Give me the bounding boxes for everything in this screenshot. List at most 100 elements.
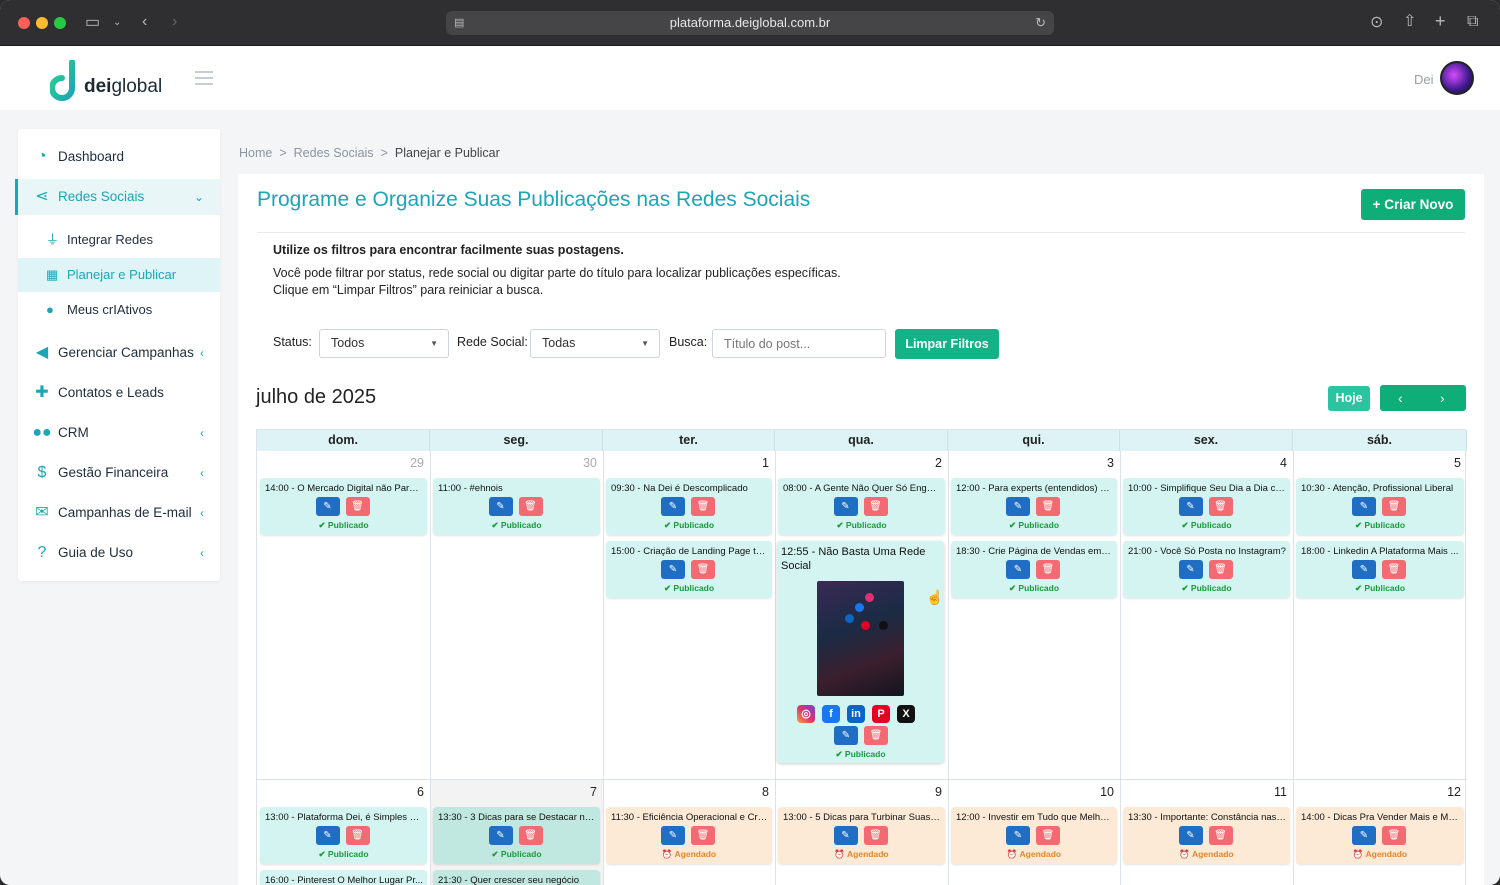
back-icon[interactable]: ‹ — [142, 12, 147, 32]
event-card[interactable]: 18:00 - Linkedin A Plataforma Mais ... ✎ 🗑… — [1296, 541, 1464, 598]
edit-icon[interactable]: ✎ — [488, 826, 513, 845]
event-card[interactable]: 13:00 - 5 Dicas para Turbinar Suas R... ✎… — [778, 807, 945, 864]
address-bar[interactable]: ▤ plataforma.deiglobal.com.br ↻ — [446, 11, 1054, 35]
minimize-window-button[interactable] — [36, 17, 48, 29]
sidebar-subitem-integrar-redes[interactable]: ⏚ Integrar Redes — [18, 223, 220, 257]
trash-icon[interactable]: 🗑 — [1382, 560, 1406, 579]
event-label: 08:00 - A Gente Não Quer Só Engaj... — [783, 483, 941, 494]
event-card[interactable]: 21:00 - Você Só Posta no Instagram? ✎ 🗑 ✔ P… — [1123, 541, 1290, 598]
trash-icon[interactable]: 🗑 — [863, 497, 888, 516]
edit-icon[interactable]: ✎ — [1352, 560, 1376, 579]
new-tab-icon[interactable]: + — [1435, 11, 1446, 31]
create-new-button[interactable]: + Criar Novo — [1361, 189, 1465, 220]
sidebar-subitem-meus-criativos[interactable]: ● Meus crIAtivos — [18, 293, 220, 327]
edit-icon[interactable]: ✎ — [315, 826, 340, 845]
network-select[interactable]: Todas ▼ — [530, 329, 660, 358]
clear-filters-button[interactable]: Limpar Filtros — [895, 329, 999, 359]
today-button[interactable]: Hoje — [1328, 386, 1370, 411]
event-card[interactable]: 16:00 - Pinterest O Melhor Lugar Pr...✎🗑… — [260, 870, 427, 885]
edit-icon[interactable]: ✎ — [833, 497, 858, 516]
event-card[interactable]: 13:30 - 3 Dicas para se Destacar nas... ✎… — [433, 807, 600, 864]
edit-icon[interactable]: ✎ — [1178, 560, 1203, 579]
trash-icon[interactable]: 🗑 — [1382, 497, 1406, 516]
tabs-overview-icon[interactable]: ⧉ — [1467, 12, 1478, 32]
trash-icon[interactable]: 🗑 — [1036, 497, 1060, 516]
reload-icon[interactable]: ↻ — [1035, 11, 1046, 35]
trash-icon[interactable]: 🗑 — [518, 497, 543, 516]
menu-toggle-icon[interactable] — [195, 71, 213, 89]
sidebar-item-campanhas-email[interactable]: ✉ Campanhas de E-mail ‹ — [18, 495, 220, 531]
chevron-down-icon[interactable]: ⌄ — [113, 13, 121, 33]
next-month-icon[interactable]: › — [1440, 385, 1445, 411]
edit-icon[interactable]: ✎ — [661, 497, 685, 516]
breadcrumb-redes-sociais[interactable]: Redes Sociais — [294, 146, 374, 160]
edit-icon[interactable]: ✎ — [661, 560, 685, 579]
event-card[interactable]: 15:00 - Criação de Landing Page te... ✎ 🗑 ✔… — [606, 541, 772, 598]
trash-icon[interactable]: 🗑 — [691, 826, 715, 845]
event-card[interactable]: 14:00 - Dicas Pra Vender Mais e Mel... ✎ 🗑… — [1296, 807, 1464, 864]
expanded-event-card[interactable]: 12:55 - Não Basta Uma Rede Social ◎ f in… — [777, 541, 944, 763]
edit-icon[interactable]: ✎ — [1352, 497, 1376, 516]
avatar[interactable] — [1440, 61, 1474, 95]
edit-icon[interactable]: ✎ — [833, 826, 858, 845]
sidebar-item-contatos-leads[interactable]: ✚ Contatos e Leads — [18, 375, 220, 411]
status-select[interactable]: Todos ▼ — [319, 329, 449, 358]
close-window-button[interactable] — [18, 17, 30, 29]
edit-icon[interactable]: ✎ — [1178, 826, 1203, 845]
share-icon[interactable]: ⇧ — [1403, 12, 1416, 32]
event-card[interactable]: 11:00 - #ehnois ✎ 🗑 ✔ Publicado — [433, 478, 600, 535]
trash-icon[interactable]: 🗑 — [345, 497, 370, 516]
edit-icon[interactable]: ✎ — [1352, 826, 1376, 845]
user-name[interactable]: Dei — [1414, 72, 1434, 87]
event-card[interactable]: 09:30 - Na Dei é Descomplicado ✎ 🗑 ✔ Public… — [606, 478, 772, 535]
sidebar-item-dashboard[interactable]: ◔ Dashboard — [18, 139, 220, 175]
forward-icon[interactable]: › — [172, 12, 177, 32]
prev-month-icon[interactable]: ‹ — [1398, 385, 1403, 411]
sidebar-subitem-planejar-publicar[interactable]: ▦ Planejar e Publicar — [18, 258, 220, 292]
event-card[interactable]: 10:00 - Simplifique Seu Dia a Dia co... ✎… — [1123, 478, 1290, 535]
edit-icon[interactable]: ✎ — [1006, 560, 1030, 579]
trash-icon[interactable]: 🗑 — [518, 826, 543, 845]
site-settings-icon[interactable]: ▤ — [454, 11, 464, 35]
event-card[interactable]: 12:00 - Para experts (entendidos) e ... ✎… — [951, 478, 1117, 535]
edit-icon[interactable]: ✎ — [315, 497, 340, 516]
event-card[interactable]: 11:30 - Eficiência Operacional e Cre... ✎… — [606, 807, 772, 864]
sidebar-item-guia-uso[interactable]: ? Guia de Uso ‹ — [18, 535, 220, 571]
edit-icon[interactable]: ✎ — [661, 826, 685, 845]
trash-icon[interactable]: 🗑 — [1208, 826, 1233, 845]
search-input[interactable] — [712, 329, 886, 358]
trash-icon[interactable]: 🗑 — [864, 726, 888, 745]
trash-icon[interactable]: 🗑 — [345, 826, 370, 845]
event-card[interactable]: 13:00 - Plataforma Dei, é Simples e ... ✎… — [260, 807, 427, 864]
breadcrumb-home[interactable]: Home — [239, 146, 272, 160]
trash-icon[interactable]: 🗑 — [691, 497, 715, 516]
event-card[interactable]: 12:00 - Investir em Tudo que Melho... ✎ 🗑 ⏰… — [951, 807, 1117, 864]
sidebar-toggle-icon[interactable]: ▭ — [85, 13, 100, 33]
trash-icon[interactable]: 🗑 — [1382, 826, 1406, 845]
sidebar-item-gerenciar-campanhas[interactable]: ◀ Gerenciar Campanhas ‹ — [18, 335, 220, 371]
event-card[interactable]: 14:00 - O Mercado Digital não Para ... ✎ 🗑… — [260, 478, 427, 535]
edit-icon[interactable]: ✎ — [1178, 497, 1203, 516]
sidebar-item-redes-sociais[interactable]: ⋖ Redes Sociais ⌄ — [15, 179, 220, 215]
trash-icon[interactable]: 🗑 — [691, 560, 715, 579]
trash-icon[interactable]: 🗑 — [1208, 560, 1233, 579]
event-card[interactable]: 10:30 - Atenção, Profissional Liberal ✎ 🗑 ✔… — [1296, 478, 1464, 535]
trash-icon[interactable]: 🗑 — [1208, 497, 1233, 516]
trash-icon[interactable]: 🗑 — [1036, 826, 1060, 845]
maximize-window-button[interactable] — [54, 17, 66, 29]
event-card[interactable]: 08:00 - A Gente Não Quer Só Engaj... ✎ 🗑 ✔ … — [778, 478, 945, 535]
event-card[interactable]: 13:30 - Importante: Constância nas ... ✎ 🗑… — [1123, 807, 1290, 864]
logo-text[interactable]: deiglobal — [84, 76, 162, 98]
edit-icon[interactable]: ✎ — [488, 497, 513, 516]
sidebar-item-crm[interactable]: ●● CRM ‹ — [18, 415, 220, 451]
deiglobal-logo-icon[interactable] — [50, 60, 82, 102]
event-card[interactable]: 21:30 - Quer crescer seu negócio✎🗑✔ Publ… — [433, 870, 600, 885]
edit-icon[interactable]: ✎ — [834, 726, 858, 745]
event-card[interactable]: 18:30 - Crie Página de Vendas em M... ✎ 🗑 ✔… — [951, 541, 1117, 598]
download-icon[interactable]: ⊙ — [1370, 13, 1383, 33]
trash-icon[interactable]: 🗑 — [863, 826, 888, 845]
sidebar-item-gestao-financeira[interactable]: $ Gestão Financeira ‹ — [18, 455, 220, 491]
trash-icon[interactable]: 🗑 — [1036, 560, 1060, 579]
edit-icon[interactable]: ✎ — [1006, 826, 1030, 845]
edit-icon[interactable]: ✎ — [1006, 497, 1030, 516]
